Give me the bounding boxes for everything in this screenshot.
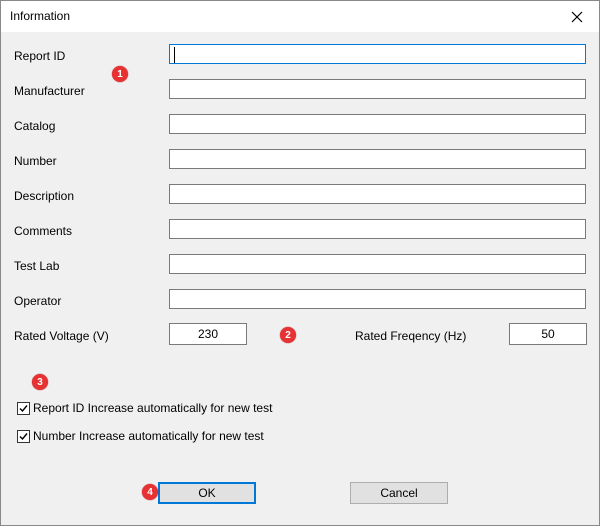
description-label: Description: [14, 189, 75, 203]
test-lab-label: Test Lab: [14, 259, 60, 273]
checkbox-box[interactable]: [17, 429, 30, 443]
number-input[interactable]: [169, 149, 586, 169]
close-icon: [571, 11, 583, 22]
report-id-label: Report ID: [14, 49, 66, 63]
annotation-badge: 1: [112, 66, 128, 82]
report-id-auto-increment-checkbox[interactable]: Report ID Increase automatically for new…: [17, 401, 272, 415]
operator-input[interactable]: [169, 289, 586, 309]
description-input[interactable]: [169, 184, 586, 204]
checkbox-label: Report ID Increase automatically for new…: [33, 401, 273, 415]
test-lab-input[interactable]: [169, 254, 586, 274]
rated-frequency-input[interactable]: [509, 323, 587, 345]
rated-frequency-label: Rated Freqency (Hz): [355, 329, 467, 343]
close-button[interactable]: [555, 1, 599, 32]
annotation-badge: 2: [280, 327, 296, 343]
catalog-label: Catalog: [14, 119, 56, 133]
report-id-input[interactable]: [169, 44, 586, 64]
rated-voltage-input[interactable]: [169, 323, 247, 345]
rated-voltage-label: Rated Voltage (V): [14, 329, 109, 343]
checkbox-box[interactable]: [17, 401, 30, 415]
checkmark-icon: [19, 432, 28, 440]
window-title: Information: [10, 9, 71, 23]
annotation-badge: 4: [142, 484, 158, 500]
annotation-badge: 3: [32, 374, 48, 390]
comments-input[interactable]: [169, 219, 586, 239]
catalog-input[interactable]: [169, 114, 586, 134]
checkbox-label: Number Increase automatically for new te…: [33, 429, 264, 443]
text-caret: [174, 47, 175, 63]
manufacturer-label: Manufacturer: [14, 84, 85, 98]
ok-button[interactable]: OK: [158, 482, 256, 504]
operator-label: Operator: [14, 294, 62, 308]
checkmark-icon: [19, 404, 28, 412]
number-auto-increment-checkbox[interactable]: Number Increase automatically for new te…: [17, 429, 264, 443]
manufacturer-input[interactable]: [169, 79, 586, 99]
cancel-button[interactable]: Cancel: [350, 482, 448, 504]
comments-label: Comments: [14, 224, 73, 238]
title-bar: Information: [1, 1, 599, 32]
number-label: Number: [14, 154, 57, 168]
